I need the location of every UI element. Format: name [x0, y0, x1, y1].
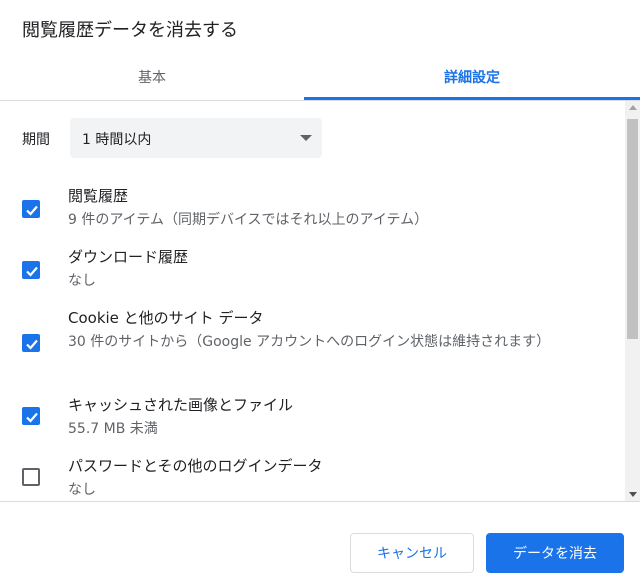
tab-advanced[interactable]: 詳細設定	[304, 56, 640, 98]
option-cookies[interactable]: Cookie と他のサイト データ 30 件のサイトから（Google アカウン…	[0, 303, 620, 378]
option-download-history[interactable]: ダウンロード履歴 なし	[0, 242, 620, 292]
checkmark-icon	[26, 339, 38, 350]
checkbox-download-history[interactable]	[22, 261, 40, 279]
option-description: 55.7 MB 未満	[68, 421, 158, 437]
option-description: なし	[68, 482, 96, 498]
footer-divider	[0, 501, 640, 502]
option-cached-images[interactable]: キャッシュされた画像とファイル 55.7 MB 未満	[0, 390, 620, 440]
checkmark-icon	[26, 412, 38, 423]
checkmark-icon	[26, 205, 38, 216]
option-description: 9 件のアイテム（同期デバイスではそれ以上のアイテム）	[68, 212, 429, 228]
checkbox-cookies[interactable]	[22, 334, 40, 352]
settings-content: 期間 1 時間以内 閲覧履歴 9 件のアイテム（同期デバイスではそれ以上のアイテ…	[0, 101, 625, 501]
period-value: 1 時間以内	[82, 132, 152, 148]
option-title: キャッシュされた画像とファイル	[68, 396, 294, 414]
option-passwords[interactable]: パスワードとその他のログインデータ なし	[0, 451, 620, 501]
option-title: パスワードとその他のログインデータ	[68, 457, 323, 475]
cancel-button[interactable]: キャンセル	[350, 533, 474, 573]
tab-basic[interactable]: 基本	[0, 56, 304, 98]
option-title: 閲覧履歴	[68, 187, 129, 205]
scroll-down-arrow-icon[interactable]	[629, 492, 637, 497]
tab-bar: 基本 詳細設定	[0, 56, 640, 100]
period-label: 期間	[22, 132, 50, 148]
period-dropdown[interactable]: 1 時間以内	[70, 118, 322, 158]
option-description: 30 件のサイトから（Google アカウントへのログイン状態は維持されます）	[68, 334, 551, 350]
option-title: Cookie と他のサイト データ	[68, 309, 264, 327]
scrollbar[interactable]	[625, 101, 640, 501]
scroll-up-arrow-icon[interactable]	[629, 105, 637, 110]
clear-data-button[interactable]: データを消去	[486, 533, 624, 573]
option-title: ダウンロード履歴	[68, 248, 189, 266]
checkbox-passwords[interactable]	[22, 468, 40, 486]
checkbox-cached-images[interactable]	[22, 407, 40, 425]
dropdown-arrow-icon	[300, 135, 312, 141]
dialog-title: 閲覧履歴データを消去する	[22, 20, 238, 41]
scrollbar-thumb[interactable]	[627, 119, 638, 339]
checkmark-icon	[26, 266, 38, 277]
checkbox-browsing-history[interactable]	[22, 200, 40, 218]
option-description: なし	[68, 273, 96, 289]
option-browsing-history[interactable]: 閲覧履歴 9 件のアイテム（同期デバイスではそれ以上のアイテム）	[0, 181, 620, 231]
